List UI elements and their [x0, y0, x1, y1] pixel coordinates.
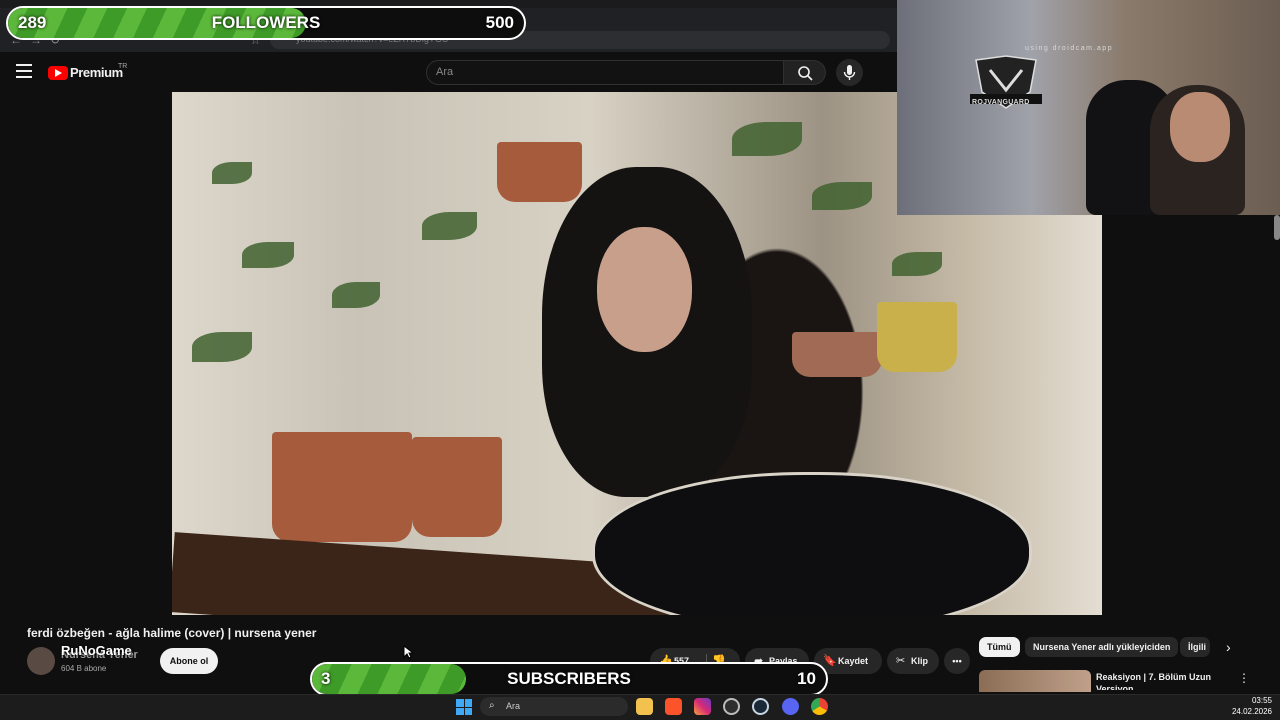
subscribers-goal-bar: 3 SUBSCRIBERS 10	[310, 662, 828, 696]
more-actions-button[interactable]: •••	[944, 648, 970, 674]
plant-leaf	[732, 122, 802, 156]
plant-leaf	[892, 252, 942, 276]
taskbar-date[interactable]: 24.02.2026	[1216, 707, 1272, 716]
recommendation-menu-icon[interactable]: ⋮	[1238, 671, 1250, 685]
video-title: ferdi özbeğen - ağla halime (cover) | nu…	[27, 626, 317, 640]
brave-browser-icon[interactable]	[665, 698, 682, 715]
plant-leaf	[812, 182, 872, 210]
channel-subscriber-count: 604 B abone	[61, 664, 107, 673]
clip-button[interactable]: ✂ Klip	[887, 648, 939, 674]
scissors-icon: ✂	[896, 655, 906, 667]
scrollbar[interactable]	[1274, 215, 1280, 240]
followers-goal-bar: 289 FOLLOWERS 500	[6, 6, 526, 40]
streamer-face	[1170, 92, 1230, 162]
plant-pot	[412, 437, 502, 537]
followers-goal-fill	[8, 8, 307, 38]
hamburger-icon[interactable]	[16, 64, 32, 78]
followers-current: 289	[18, 13, 47, 32]
channel-overlay-name: RuNoGame	[61, 643, 132, 658]
recommendation-thumbnail[interactable]	[979, 670, 1091, 692]
subscribers-goal: 10	[797, 669, 816, 688]
plant-leaf	[332, 282, 380, 308]
taskbar-time[interactable]: 03:55	[1230, 696, 1272, 705]
search-button[interactable]	[784, 60, 826, 85]
file-explorer-icon[interactable]	[636, 698, 653, 715]
youtube-logo-icon[interactable]	[48, 66, 68, 80]
country-code: TR	[118, 63, 128, 70]
plant-leaf	[242, 242, 294, 268]
instagram-icon[interactable]	[694, 698, 711, 715]
youtube-premium-label[interactable]: Premium	[70, 65, 123, 80]
plant-pot	[497, 142, 582, 202]
guitar-body	[592, 472, 1032, 615]
chrome-icon[interactable]	[811, 698, 828, 715]
microphone-icon	[843, 65, 856, 80]
chip-from-uploader[interactable]: Nursena Yener adlı yükleyiciden	[1025, 637, 1179, 657]
plant-pot	[272, 432, 412, 542]
microphone-button[interactable]	[836, 59, 863, 86]
search-icon	[798, 66, 813, 81]
followers-goal: 500	[485, 13, 514, 32]
windows-start-icon[interactable]	[456, 699, 472, 715]
mouse-cursor-icon	[403, 645, 413, 659]
search-icon: ⌕	[489, 700, 495, 711]
steam-icon[interactable]	[752, 698, 769, 715]
plant-leaf	[422, 212, 477, 240]
avatar[interactable]	[27, 647, 55, 675]
chevron-right-icon[interactable]: ›	[1226, 639, 1231, 655]
plant-pot	[792, 332, 882, 377]
search-placeholder: Ara	[436, 66, 454, 78]
chip-all[interactable]: Tümü	[979, 637, 1020, 657]
webcam-logo-text: ROJVANGUARD	[972, 99, 1030, 106]
search-input[interactable]	[426, 60, 784, 85]
plant-pot	[877, 302, 957, 372]
clip-label: Klip	[911, 656, 928, 666]
plant-leaf	[212, 162, 252, 184]
taskbar-search-label: Ara	[506, 701, 521, 711]
chip-related[interactable]: İlgili	[1180, 637, 1210, 657]
performer-face	[597, 227, 692, 352]
obs-icon[interactable]	[723, 698, 740, 715]
save-label: Kaydet	[838, 656, 869, 666]
recommendation-title[interactable]: Reaksiyon | 7. Bölüm Uzun Versiyon	[1096, 671, 1216, 690]
subscribe-button[interactable]: Abone ol	[160, 648, 218, 674]
taskbar-search[interactable]	[480, 697, 628, 716]
subscribers-label: SUBSCRIBERS	[507, 669, 631, 688]
discord-icon[interactable]	[782, 698, 799, 715]
plant-leaf	[192, 332, 252, 362]
droidcam-credit: using droidcam.app	[1025, 45, 1114, 52]
